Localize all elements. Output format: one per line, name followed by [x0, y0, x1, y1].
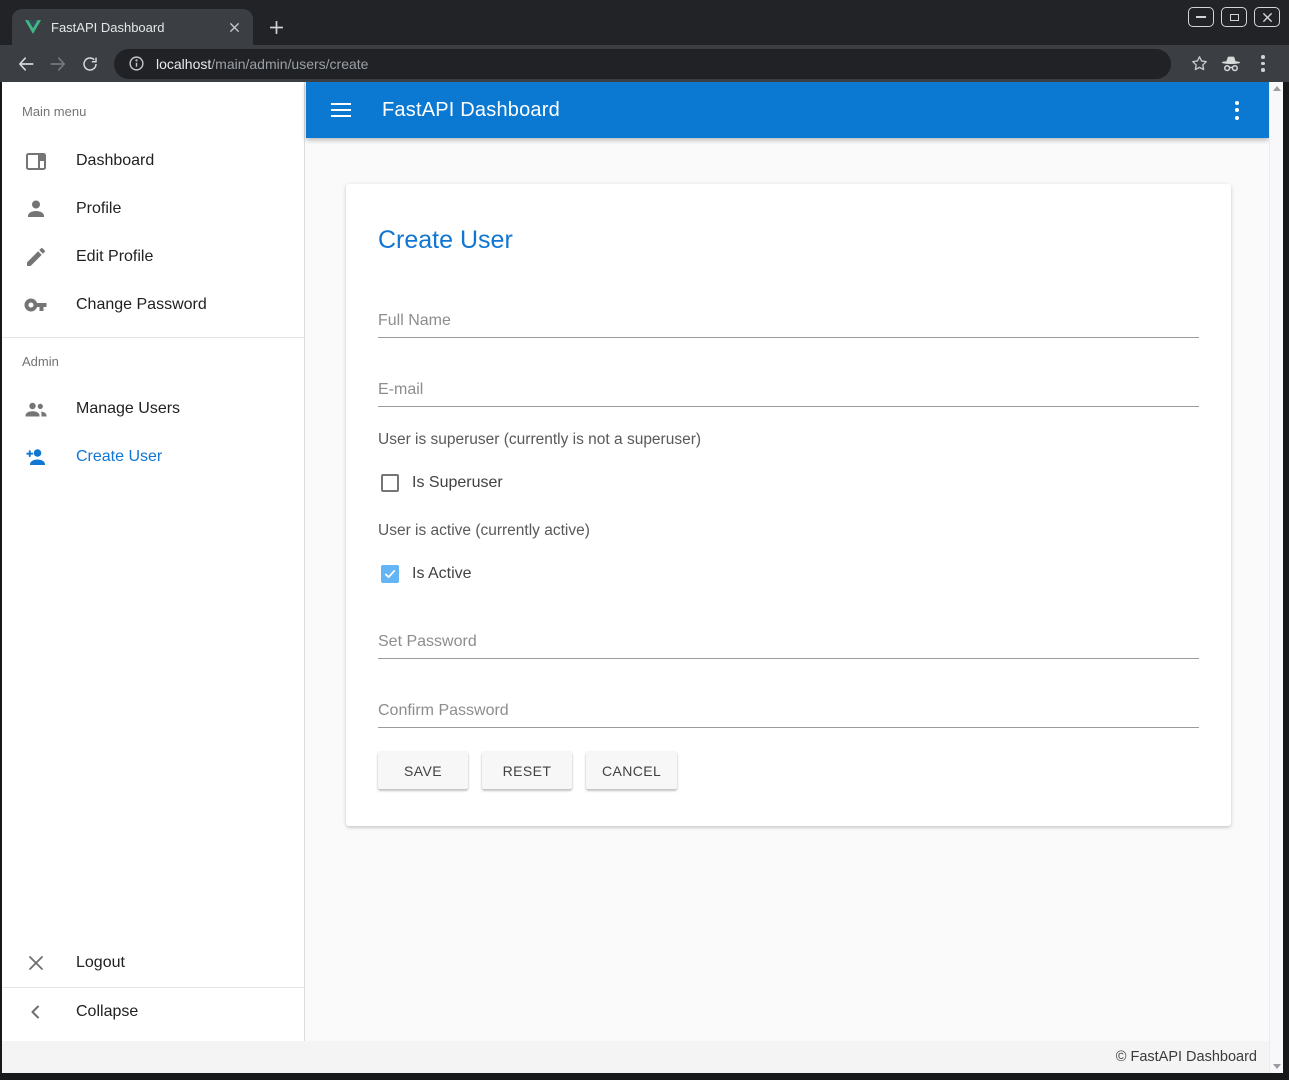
reload-button[interactable] [75, 49, 105, 79]
sidebar-bottom: Logout Collapse [2, 939, 304, 1036]
copyright-text: © FastAPI Dashboard [1116, 1049, 1257, 1065]
key-icon [24, 293, 48, 317]
hamburger-menu-icon[interactable] [331, 99, 351, 121]
sidebar-item-label: Edit Profile [76, 248, 153, 266]
main-content: FastAPI Dashboard Create User User is su… [306, 82, 1269, 1041]
page-scrollbar[interactable] [1269, 82, 1283, 1073]
logout-x-icon [24, 951, 48, 975]
back-arrow-icon [16, 54, 36, 74]
is-superuser-checkbox-row[interactable]: Is Superuser [378, 471, 1199, 495]
page: Main menu Dashboard Profile Edit Profile [2, 82, 1283, 1073]
sidebar-item-label: Dashboard [76, 152, 154, 170]
page-title: Create User [378, 225, 1199, 255]
minimize-button[interactable] [1188, 7, 1214, 27]
minimize-icon [1196, 16, 1206, 18]
chevron-left-icon [24, 1000, 48, 1024]
sidebar-section-main-menu: Main menu [2, 104, 304, 120]
sidebar-item-label: Logout [76, 954, 125, 972]
sidebar-divider [2, 337, 304, 338]
sidebar-item-create-user[interactable]: Create User [2, 433, 304, 481]
app-bar-menu-button[interactable] [1235, 101, 1239, 120]
sidebar-item-collapse[interactable]: Collapse [2, 988, 304, 1036]
is-active-label: Is Active [412, 565, 472, 583]
is-active-checkbox-row[interactable]: Is Active [378, 562, 1199, 586]
email-field-wrapper [378, 380, 1199, 407]
address-bar[interactable]: localhost/main/admin/users/create [114, 49, 1171, 79]
save-button[interactable]: SAVE [378, 752, 468, 789]
people-icon [24, 397, 48, 421]
cancel-button[interactable]: CANCEL [586, 752, 677, 789]
sidebar-item-manage-users[interactable]: Manage Users [2, 385, 304, 433]
full-name-input[interactable] [378, 311, 1199, 338]
active-hint: User is active (currently active) [378, 520, 1199, 542]
url-text[interactable]: localhost/main/admin/users/create [156, 56, 368, 72]
url-host: localhost [156, 56, 211, 72]
close-icon [1262, 12, 1273, 23]
create-user-card: Create User User is superuser (currently… [346, 184, 1231, 826]
bookmark-button[interactable] [1184, 49, 1214, 79]
confirm-password-field-wrapper [378, 701, 1199, 728]
back-button[interactable] [11, 49, 41, 79]
sidebar: Main menu Dashboard Profile Edit Profile [2, 82, 305, 1041]
browser-menu-button[interactable] [1248, 49, 1278, 79]
browser-tab[interactable]: FastAPI Dashboard [12, 9, 253, 45]
browser-toolbar: localhost/main/admin/users/create [0, 45, 1289, 82]
email-input[interactable] [378, 380, 1199, 407]
person-icon [24, 197, 48, 221]
incognito-icon [1220, 53, 1242, 75]
dashboard-icon [24, 149, 48, 173]
maximize-button[interactable] [1221, 7, 1247, 27]
star-icon [1190, 54, 1209, 73]
forward-arrow-icon [48, 54, 68, 74]
page-footer: © FastAPI Dashboard [2, 1041, 1283, 1073]
sidebar-item-label: Change Password [76, 296, 207, 314]
is-active-checkbox[interactable] [381, 565, 399, 583]
superuser-hint: User is superuser (currently is not a su… [378, 429, 1199, 451]
check-icon [383, 567, 397, 581]
tab-close-icon[interactable] [225, 18, 243, 36]
reset-button[interactable]: RESET [482, 752, 572, 789]
is-superuser-checkbox[interactable] [381, 474, 399, 492]
sidebar-item-label: Manage Users [76, 400, 180, 418]
sidebar-item-logout[interactable]: Logout [2, 939, 304, 987]
url-path: /main/admin/users/create [211, 56, 368, 72]
app-bar-title: FastAPI Dashboard [382, 99, 560, 122]
incognito-indicator [1216, 49, 1246, 79]
maximize-icon [1230, 14, 1239, 21]
new-tab-button[interactable] [262, 13, 290, 41]
scrollbar-up-arrow-icon[interactable] [1273, 86, 1281, 91]
vue-logo-icon [25, 20, 41, 34]
browser-titlebar: FastAPI Dashboard [0, 0, 1289, 45]
full-name-field-wrapper [378, 311, 1199, 338]
tab-title: FastAPI Dashboard [51, 20, 219, 35]
scrollbar-down-arrow-icon[interactable] [1273, 1064, 1281, 1069]
sidebar-item-change-password[interactable]: Change Password [2, 281, 304, 329]
sidebar-item-label: Create User [76, 448, 162, 466]
sidebar-item-dashboard[interactable]: Dashboard [2, 137, 304, 185]
forward-button[interactable] [43, 49, 73, 79]
pencil-icon [24, 245, 48, 269]
sidebar-item-profile[interactable]: Profile [2, 185, 304, 233]
form-actions: SAVE RESET CANCEL [378, 752, 1199, 789]
confirm-password-input[interactable] [378, 701, 1199, 728]
close-button[interactable] [1254, 7, 1280, 27]
reload-icon [81, 55, 99, 73]
app-bar: FastAPI Dashboard [306, 82, 1269, 138]
is-superuser-label: Is Superuser [412, 474, 503, 492]
kebab-menu-icon [1261, 55, 1265, 72]
sidebar-section-admin: Admin [2, 354, 304, 370]
set-password-input[interactable] [378, 632, 1199, 659]
sidebar-item-label: Profile [76, 200, 121, 218]
window-controls [1188, 7, 1280, 27]
person-add-icon [24, 445, 48, 469]
sidebar-item-label: Collapse [76, 1003, 138, 1021]
sidebar-item-edit-profile[interactable]: Edit Profile [2, 233, 304, 281]
info-icon[interactable] [128, 55, 145, 72]
set-password-field-wrapper [378, 632, 1199, 659]
